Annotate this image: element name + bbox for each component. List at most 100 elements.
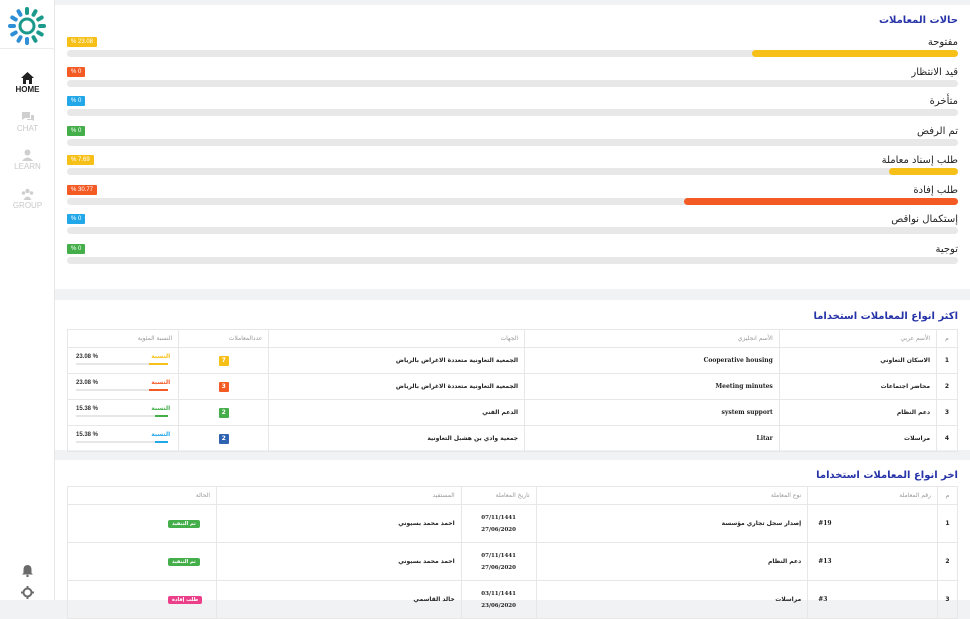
- progress-fill: [752, 50, 958, 57]
- arabic-name: دعم النظام: [778, 399, 938, 426]
- bell-icon[interactable]: [21, 564, 34, 577]
- ratio-fill: [155, 415, 168, 417]
- transaction-type: إصدار سجل تجاري مؤسسة: [535, 504, 809, 543]
- status-percent-badge: % 30.77: [67, 184, 98, 195]
- group-icon: [21, 188, 34, 200]
- col-count: عددالمعاملات: [178, 329, 270, 348]
- transaction-id[interactable]: #19: [807, 504, 939, 543]
- table-row[interactable]: 2 محاضر اجتماعات Meeting minutes الجمعية ال…: [66, 373, 958, 400]
- status-percent-badge: % 0: [67, 66, 86, 77]
- count-cell: 2: [178, 399, 270, 426]
- status-card-title: حالات المعاملات: [878, 15, 958, 26]
- row-number: 1: [936, 347, 958, 374]
- entity-name: الدعم الفني: [268, 399, 526, 426]
- col-arabic-name: الأسم عربي: [778, 329, 938, 348]
- status-cell: تم التنفيذ: [66, 504, 218, 543]
- status-label: تم الرفض: [917, 125, 958, 137]
- arabic-name: مراسلات: [778, 425, 938, 452]
- ratio-track: [76, 415, 168, 417]
- nav-group[interactable]: GROUP: [0, 188, 55, 210]
- ratio-track: [76, 389, 168, 391]
- table-header-row: م الأسم عربي الأسم انجليزي الجهات عددالم…: [66, 329, 958, 348]
- date-hijri: 03/11/1441: [481, 590, 516, 597]
- date-gregorian: 27/06/2020: [481, 564, 516, 571]
- learn-icon: [22, 149, 33, 161]
- count-badge: 2: [218, 407, 229, 418]
- main-content: حالات المعاملات % 23.08 مفتوحة % 0 قيد الان…: [55, 0, 970, 619]
- count-cell: 3: [178, 373, 270, 400]
- count-badge: 3: [218, 381, 229, 392]
- ratio-fill: [148, 363, 168, 365]
- transaction-id[interactable]: #13: [807, 542, 939, 581]
- col-transaction-type: نوع المعاملة: [535, 486, 809, 505]
- top-types-card: اكثر انواع المعاملات استخداما م الأسم عر…: [55, 300, 970, 452]
- ratio-value: % 23.08: [76, 354, 99, 360]
- english-name: Meeting minutes: [524, 373, 780, 400]
- nav-chat[interactable]: CHAT: [0, 111, 55, 133]
- status-percent-badge: % 0: [67, 243, 86, 254]
- table-row[interactable]: 4 مراسلات Litar جمعية وادي بن هشبل التعاوني…: [66, 425, 958, 452]
- progress-track: [67, 79, 958, 87]
- count-cell: 7: [178, 347, 270, 374]
- status-percent-badge: % 0: [67, 125, 86, 136]
- status-label: توجية: [935, 243, 958, 255]
- transaction-type: دعم النظام: [535, 542, 809, 581]
- progress-track: [67, 109, 958, 116]
- entity-name: الجمعية التعاونية متعددة الاغراض بالرياض: [268, 373, 526, 400]
- ratio-label: النسبة: [151, 405, 171, 412]
- status-row: % 23.08 مفتوحة: [67, 37, 958, 59]
- col-beneficiary: المستفيد: [216, 486, 462, 505]
- status-row: % 7.69 طلب إسناد معاملة: [67, 155, 958, 177]
- ratio-fill: [155, 441, 168, 443]
- table-row[interactable]: 1 #19 إصدار سجل تجاري مؤسسة 07/11/1441 27/06…: [66, 504, 958, 543]
- ratio-track: [76, 363, 168, 365]
- ratio-track: [76, 441, 168, 443]
- col-transaction-date: تاريخ المعاملة: [460, 486, 537, 505]
- count-cell: 2: [178, 425, 270, 452]
- table-row[interactable]: 3 دعم النظام system support الدعم الفني 2 الن…: [66, 399, 958, 426]
- col-entities: الجهات: [268, 329, 526, 348]
- top-types-title: اكثر انواع المعاملات استخداما: [813, 311, 958, 322]
- transaction-date: 07/11/1441 27/06/2020: [460, 542, 537, 581]
- ratio-cell: النسبة % 23.08: [66, 373, 180, 400]
- progress-fill: [889, 168, 958, 175]
- nav-label: CHAT: [16, 124, 39, 133]
- last-types-table: م رقم المعاملة نوع المعاملة تاريخ المعام…: [66, 486, 958, 619]
- count-badge: 7: [218, 355, 229, 366]
- sidebar: HOME CHAT LEARN GROUP: [0, 0, 55, 600]
- row-number: 2: [936, 373, 958, 400]
- english-name: Cooperative housing: [524, 347, 780, 374]
- date-hijri: 07/11/1441: [481, 514, 516, 521]
- beneficiary: احمد محمد بسيوني: [216, 504, 462, 543]
- status-percent-badge: % 7.69: [67, 155, 94, 165]
- progress-track: [67, 256, 958, 264]
- ratio-label: النسبة: [151, 353, 171, 360]
- nav-label: HOME: [15, 85, 40, 94]
- row-number: 2: [937, 542, 958, 581]
- status-cell: تم التنفيذ: [66, 542, 218, 581]
- status-row: % 0 توجية: [67, 243, 958, 266]
- ratio-value: % 23.08: [76, 380, 99, 386]
- gear-icon[interactable]: [21, 586, 34, 599]
- table-row[interactable]: 2 #13 دعم النظام 07/11/1441 27/06/2020 احمد م…: [66, 542, 958, 581]
- nav-learn[interactable]: LEARN: [0, 149, 55, 171]
- status-row: % 0 تم الرفض: [67, 125, 958, 148]
- row-number: 3: [936, 399, 958, 426]
- table-row[interactable]: 1 الاسكان التعاوني Cooperative housing الجم…: [66, 347, 958, 374]
- arabic-name: الاسكان التعاوني: [778, 347, 938, 374]
- status-row: % 0 قيد الانتظار: [67, 66, 958, 89]
- col-status: الحالة: [66, 486, 218, 505]
- status-label: مفتوحة: [927, 37, 958, 48]
- status-pill: تم التنفيذ: [168, 557, 200, 566]
- top-types-table: م الأسم عربي الأسم انجليزي الجهات عددالم…: [66, 329, 958, 452]
- progress-fill: [683, 197, 958, 205]
- ratio-cell: النسبة % 23.08: [66, 347, 180, 374]
- ratio-cell: النسبة % 15.38: [66, 399, 180, 426]
- logo-icon: [8, 7, 46, 45]
- status-pill: تم التنفيذ: [168, 519, 200, 528]
- nav-home[interactable]: HOME: [0, 72, 55, 94]
- nav-label: LEARN: [14, 162, 41, 171]
- progress-track: [67, 197, 958, 205]
- count-badge: 2: [218, 433, 229, 444]
- ratio-label: النسبة: [151, 431, 171, 438]
